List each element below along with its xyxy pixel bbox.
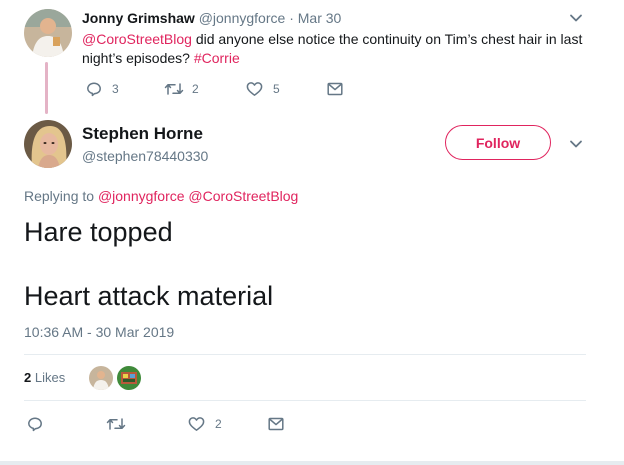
thread-connector	[45, 62, 48, 114]
parent-tweet-text: @CoroStreetBlog did anyone else notice t…	[82, 30, 592, 68]
heart-icon	[246, 82, 263, 96]
divider	[24, 354, 586, 355]
separator-dot: ·	[289, 10, 294, 26]
parent-reply-count: 3	[112, 82, 119, 96]
parent-dm-button[interactable]	[327, 82, 343, 96]
retweet-icon	[106, 418, 126, 430]
reply-icon	[28, 417, 42, 432]
main-author-name[interactable]: Stephen Horne	[82, 124, 203, 144]
main-author-handle[interactable]: @stephen78440330	[82, 148, 208, 164]
parent-header: Jonny Grimshaw @jonnygforce · Mar 30	[82, 10, 341, 26]
envelope-icon	[327, 82, 343, 96]
chevron-down-icon	[570, 14, 582, 22]
replying-prefix: Replying to	[24, 188, 98, 204]
replying-to: Replying to @jonnygforce @CoroStreetBlog	[24, 188, 298, 204]
parent-author-handle[interactable]: @jonnygforce	[199, 10, 286, 26]
reply-icon	[87, 82, 101, 97]
tweet-body-line-2: Heart attack material	[24, 281, 274, 311]
envelope-icon	[268, 417, 284, 431]
tweet-body-line-1: Hare topped	[24, 217, 173, 247]
bottom-border	[0, 461, 624, 465]
main-avatar[interactable]	[24, 120, 72, 168]
retweet-button[interactable]	[106, 416, 126, 432]
dm-button[interactable]	[268, 417, 284, 431]
likes-summary[interactable]: 2 Likes	[24, 370, 65, 385]
parent-retweet-button[interactable]: 2	[164, 81, 199, 97]
parent-like-button[interactable]: 5	[246, 81, 280, 97]
divider	[24, 400, 586, 401]
follow-button[interactable]: Follow	[445, 125, 551, 160]
heart-icon	[188, 417, 205, 431]
like-count: 2	[215, 417, 222, 431]
mention-link[interactable]: @CoroStreetBlog	[82, 31, 192, 47]
replying-mentions[interactable]: @jonnygforce @CoroStreetBlog	[98, 188, 298, 204]
liker-avatar[interactable]	[89, 366, 113, 390]
tweet-timestamp[interactable]: 10:36 AM - 30 Mar 2019	[24, 324, 174, 340]
parent-author-name[interactable]: Jonny Grimshaw	[82, 10, 195, 26]
parent-date[interactable]: Mar 30	[298, 10, 342, 26]
parent-reply-button[interactable]: 3	[86, 81, 119, 97]
parent-menu-button[interactable]	[569, 11, 583, 30]
parent-retweet-count: 2	[192, 82, 199, 96]
hashtag-link[interactable]: #Corrie	[194, 50, 240, 66]
parent-avatar[interactable]	[24, 9, 72, 57]
reply-button[interactable]	[27, 416, 43, 432]
retweet-icon	[164, 83, 184, 95]
parent-like-count: 5	[273, 82, 280, 96]
main-menu-button[interactable]	[569, 137, 583, 156]
liker-avatar[interactable]	[117, 366, 141, 390]
likes-label: Likes	[31, 370, 66, 385]
chevron-down-icon	[570, 140, 582, 148]
like-button[interactable]: 2	[188, 416, 222, 432]
